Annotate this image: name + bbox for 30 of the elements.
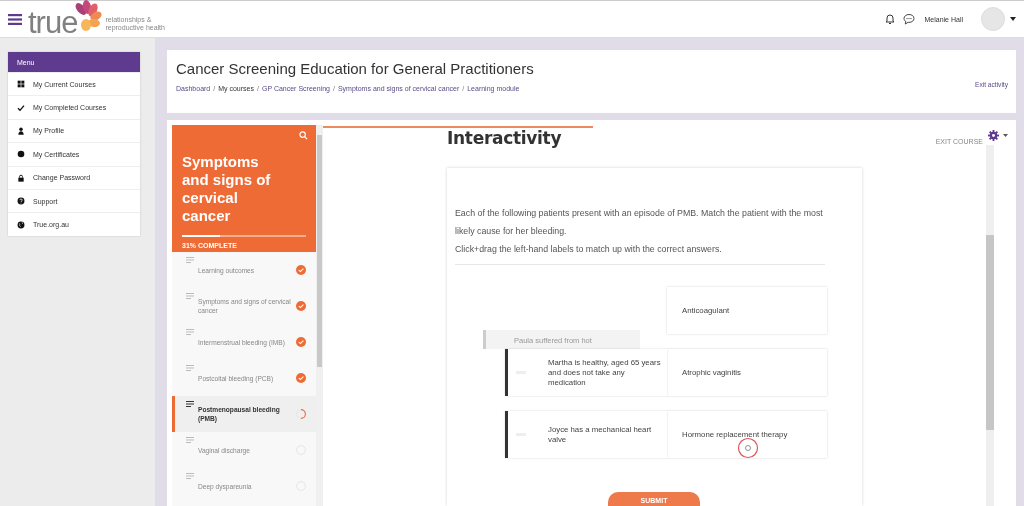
lines-icon bbox=[186, 257, 194, 263]
grid-icon bbox=[17, 80, 25, 89]
search-icon[interactable] bbox=[299, 131, 308, 140]
course-title: Cancer Screening Education for General Practitioners bbox=[176, 60, 535, 77]
person-icon bbox=[17, 126, 25, 135]
lines-icon bbox=[186, 329, 194, 335]
caret-icon[interactable] bbox=[1010, 17, 1016, 21]
scrollbar[interactable] bbox=[986, 145, 994, 506]
globe-icon bbox=[17, 220, 25, 229]
module-title: Symptoms and signs of cervical cancer bbox=[182, 153, 272, 225]
lines-icon bbox=[186, 365, 194, 371]
lines-icon bbox=[186, 437, 194, 443]
lines-icon bbox=[186, 473, 194, 479]
chat-icon[interactable] bbox=[903, 13, 916, 25]
circle-icon bbox=[17, 150, 25, 159]
section-heading: Interactivity bbox=[447, 128, 562, 148]
settings-icon[interactable] bbox=[988, 129, 999, 141]
lines-icon bbox=[186, 293, 194, 299]
logo-wordmark: true bbox=[28, 6, 78, 38]
menu-icon[interactable] bbox=[8, 13, 22, 25]
caret-icon[interactable] bbox=[1003, 133, 1008, 137]
check-icon bbox=[17, 103, 25, 112]
lines-icon bbox=[186, 401, 194, 407]
question-icon bbox=[17, 197, 25, 206]
bell-icon[interactable] bbox=[884, 13, 897, 25]
scrollbar[interactable] bbox=[316, 125, 323, 506]
cursor-ring-icon bbox=[737, 437, 759, 459]
instruction-text: Click+drag the left-hand labels to match up with the correct answers. bbox=[455, 243, 723, 256]
instruction-text: Each of the following patients present with an episode of PMB. Match the patient with the most likely cause for her bleeding. bbox=[455, 207, 824, 238]
lock-icon bbox=[17, 173, 25, 182]
